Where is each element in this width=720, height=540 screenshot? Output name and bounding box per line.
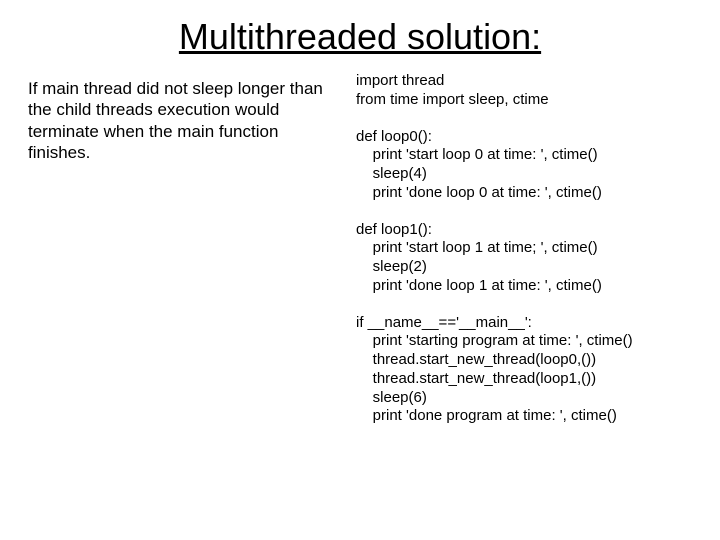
- code-main: if __name__=='__main__': print 'starting…: [356, 314, 692, 427]
- explanation-text: If main thread did not sleep longer than…: [28, 72, 328, 426]
- slide: Multithreaded solution: If main thread d…: [0, 0, 720, 540]
- code-imports: import thread from time import sleep, ct…: [356, 72, 692, 110]
- content-row: If main thread did not sleep longer than…: [28, 72, 692, 426]
- code-column: import thread from time import sleep, ct…: [356, 72, 692, 426]
- code-loop0: def loop0(): print 'start loop 0 at time…: [356, 128, 692, 203]
- code-loop1: def loop1(): print 'start loop 1 at time…: [356, 221, 692, 296]
- slide-title: Multithreaded solution:: [28, 16, 692, 58]
